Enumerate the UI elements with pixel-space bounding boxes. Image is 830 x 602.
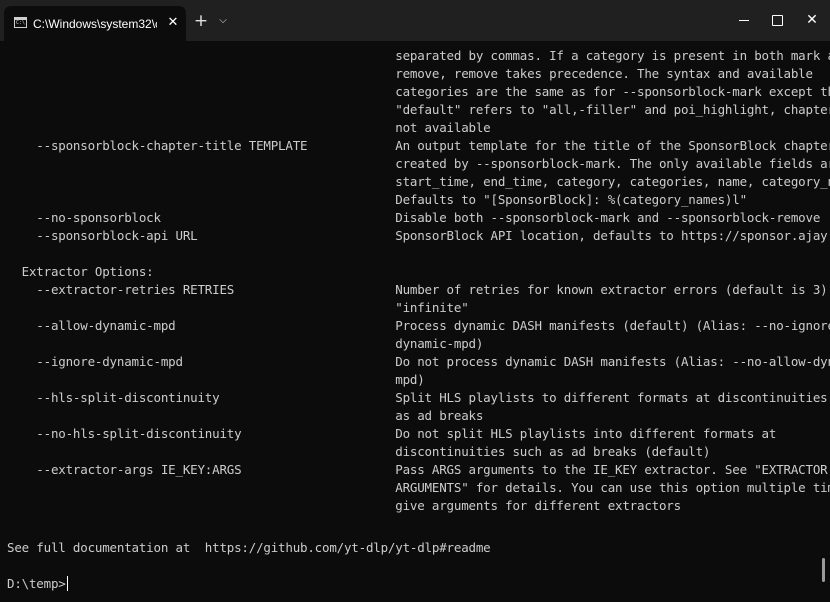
close-icon[interactable]: ✕ — [789, 0, 830, 41]
terminal-line: as ad breaks — [7, 408, 484, 423]
terminal-line: Defaults to "[SponsorBlock]: %(category_… — [7, 192, 747, 207]
terminal-line: --no-hls-split-discontinuity Do not spli… — [7, 426, 777, 441]
terminal-line: Extractor Options: — [7, 264, 154, 279]
chevron-down-icon[interactable]: ⌵ — [215, 12, 231, 30]
terminal-line: See full documentation at https://github… — [7, 540, 491, 555]
terminal-line: remove, remove takes precedence. The syn… — [7, 66, 813, 81]
terminal-line: --allow-dynamic-mpd Process dynamic DASH… — [7, 318, 830, 333]
terminal-line: dynamic-mpd) — [7, 336, 484, 351]
prompt-line[interactable]: D:\temp> — [7, 575, 68, 593]
terminal-line: --no-sponsorblock Disable both --sponsor… — [7, 210, 821, 225]
terminal-line: not available — [7, 120, 491, 135]
cmd-app-icon: C:\ — [14, 17, 27, 28]
terminal-line: created by --sponsorblock-mark. The only… — [7, 156, 830, 171]
scrollbar[interactable] — [822, 558, 825, 582]
terminal-line: give arguments for different extractors — [7, 498, 681, 513]
terminal-line: discontinuities such as ad breaks (defau… — [7, 444, 711, 459]
text-cursor — [66, 576, 68, 591]
terminal-line: mpd) — [7, 372, 425, 387]
tab-title: C:\Windows\system32\cmd.exe — [33, 17, 157, 31]
tab-cmd[interactable]: C:\ C:\Windows\system32\cmd.exe ✕ — [4, 6, 186, 41]
prompt-text: D:\temp> — [7, 576, 66, 591]
terminal-line: --ignore-dynamic-mpd Do not process dyna… — [7, 354, 830, 369]
terminal-line: --extractor-args IE_KEY:ARGS Pass ARGS a… — [7, 462, 828, 477]
terminal-line: separated by commas. If a category is pr… — [7, 48, 830, 63]
terminal-line: ARGUMENTS" for details. You can use this… — [7, 480, 830, 495]
terminal-line: --sponsorblock-chapter-title TEMPLATE An… — [7, 138, 830, 153]
terminal-line: categories are the same as for --sponsor… — [7, 84, 830, 99]
terminal-line: start_time, end_time, category, categori… — [7, 174, 830, 189]
close-icon[interactable]: ✕ — [164, 14, 182, 32]
terminal-line: --extractor-retries RETRIES Number of re… — [7, 282, 830, 297]
title-bar: C:\ C:\Windows\system32\cmd.exe ✕ + ⌵ ✕ — [0, 0, 830, 41]
terminal-line: --sponsorblock-api URL SponsorBlock API … — [7, 228, 830, 243]
terminal-line: "default" refers to "all,-filler" and po… — [7, 102, 830, 117]
terminal-line: --hls-split-discontinuity Split HLS play… — [7, 390, 830, 405]
terminal-output[interactable]: separated by commas. If a category is pr… — [0, 41, 830, 602]
terminal-line: "infinite" — [7, 300, 469, 315]
plus-icon[interactable]: + — [192, 12, 210, 30]
